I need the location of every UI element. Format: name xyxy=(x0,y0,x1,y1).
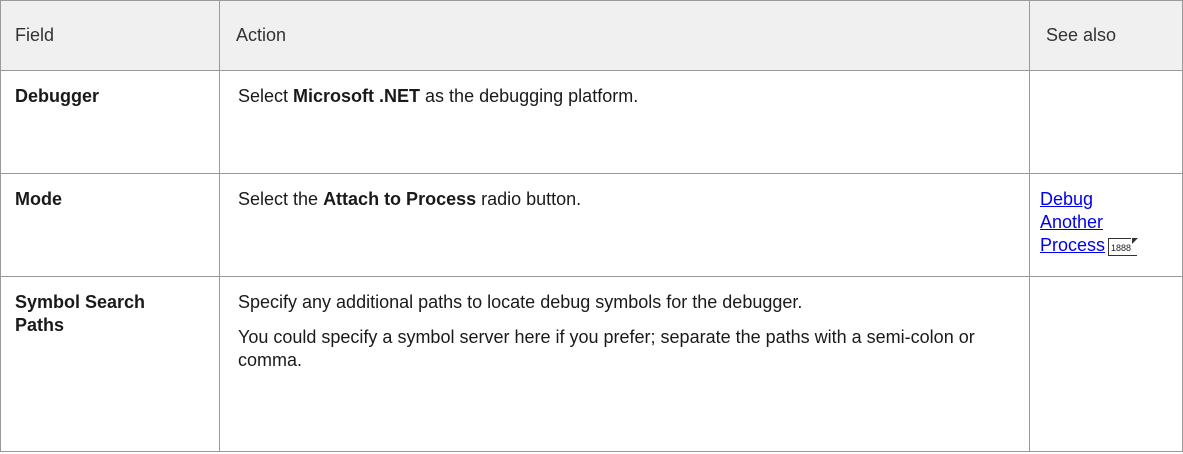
field-name-line: Symbol Search xyxy=(15,292,146,312)
link-line: Another xyxy=(1040,212,1104,232)
action-text-bold: Attach to Process xyxy=(323,189,477,209)
settings-table: Field Action See also Debugger Select Mi… xyxy=(0,0,1183,452)
table-row: Debugger Select Microsoft .NET as the de… xyxy=(0,70,1183,174)
action-text-bold: Microsoft .NET xyxy=(293,86,421,106)
action-paragraph: You could specify a symbol server here i… xyxy=(238,327,975,370)
action-text-pre: Select the xyxy=(238,189,324,209)
table-header-row: Field Action See also xyxy=(0,0,1183,71)
field-cell: Debugger xyxy=(0,70,220,174)
see-also-cell xyxy=(1029,70,1183,174)
field-cell: Symbol Search Paths xyxy=(0,276,220,452)
action-text-post: as the debugging platform. xyxy=(420,86,639,106)
action-text: Select the Attach to Process radio butto… xyxy=(238,188,1017,211)
action-text-pre: Select xyxy=(238,86,294,106)
action-paragraph: Specify any additional paths to locate d… xyxy=(238,292,803,312)
table-row: Mode Select the Attach to Process radio … xyxy=(0,173,1183,277)
field-name-line: Paths xyxy=(15,315,65,335)
action-cell: Select the Attach to Process radio butto… xyxy=(219,173,1030,277)
header-action: Action xyxy=(219,0,1030,71)
field-name-symbol-search-paths: Symbol Search Paths xyxy=(15,291,205,337)
header-field: Field xyxy=(0,0,220,71)
action-text-post: radio button. xyxy=(476,189,582,209)
see-also-cell xyxy=(1029,276,1183,452)
table-row: Symbol Search Paths Specify any additiona… xyxy=(0,276,1183,452)
page-reference-icon[interactable]: 1888 xyxy=(1108,238,1139,256)
header-see-also: See also xyxy=(1029,0,1183,71)
action-cell: Specify any additional paths to locate d… xyxy=(219,276,1030,452)
see-also-link-debug-another-process[interactable]: Debug Another Process xyxy=(1040,189,1105,255)
field-name-mode: Mode xyxy=(15,189,62,209)
link-line: Process xyxy=(1040,235,1106,255)
link-line: Debug xyxy=(1040,189,1094,209)
field-name-debugger: Debugger xyxy=(15,86,100,106)
action-cell: Select Microsoft .NET as the debugging p… xyxy=(219,70,1030,174)
see-also-cell: Debug Another Process 1888 xyxy=(1029,173,1183,277)
field-cell: Mode xyxy=(0,173,220,277)
action-text: Select Microsoft .NET as the debugging p… xyxy=(238,85,1017,108)
